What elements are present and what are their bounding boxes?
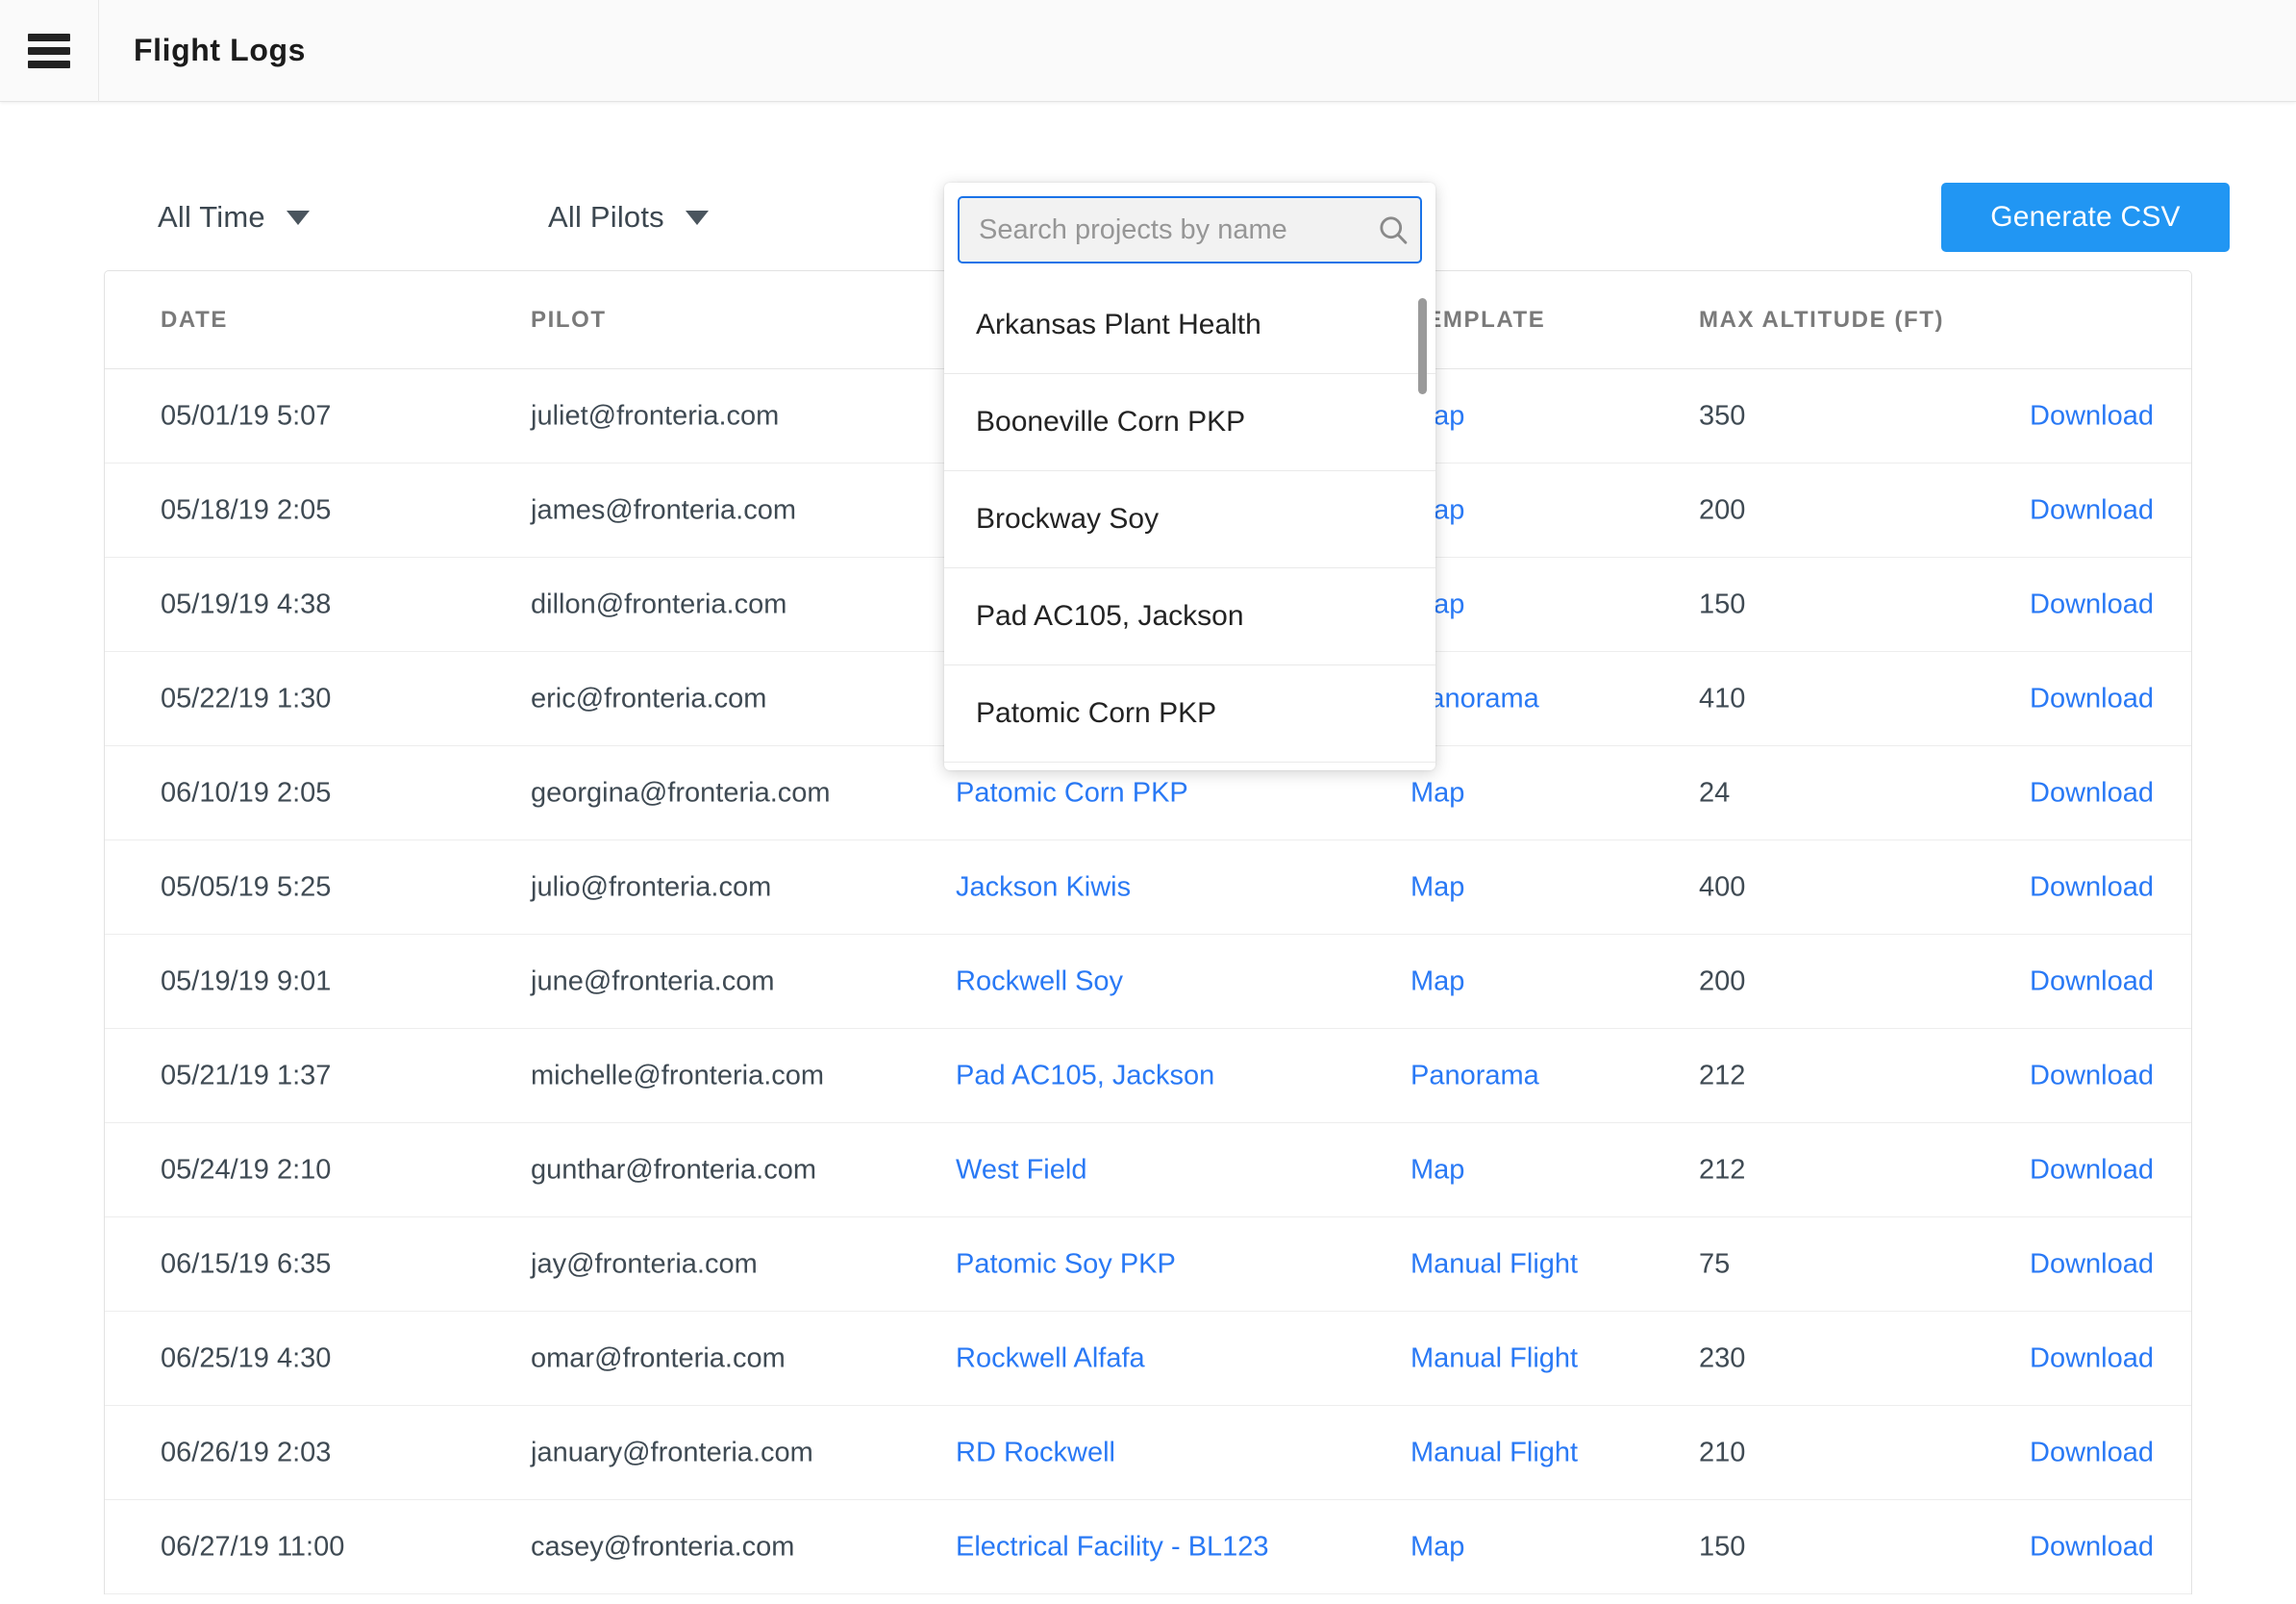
search-result-item[interactable]: Brockway Soy (944, 471, 1435, 568)
cell-max-altitude: 200 (1699, 965, 1746, 996)
table-row: 06/15/19 6:35 jay@fronteria.com Patomic So… (105, 1217, 2191, 1312)
cell-pilot: michelle@fronteria.com (531, 1060, 825, 1090)
cell-max-altitude: 230 (1699, 1342, 1746, 1373)
cell-pilot: casey@fronteria.com (531, 1531, 795, 1562)
search-box[interactable] (958, 196, 1422, 263)
table-row: 05/21/19 1:37 michelle@fronteria.com Pad A… (105, 1029, 2191, 1123)
results-scrollbar-thumb[interactable] (1418, 298, 1427, 394)
table-row: 05/05/19 5:25 julio@fronteria.com Jackson … (105, 840, 2191, 935)
cell-date: 05/24/19 2:10 (161, 1154, 332, 1185)
cell-date: 05/21/19 1:37 (161, 1060, 332, 1090)
cell-date: 05/18/19 2:05 (161, 494, 332, 525)
cell-template-link[interactable]: Map (1410, 871, 1464, 903)
cell-date: 06/10/19 2:05 (161, 777, 332, 808)
cell-date: 06/27/19 11:00 (161, 1531, 345, 1562)
search-results-list: Arkansas Plant Health Booneville Corn PKP… (944, 277, 1435, 770)
cell-template-link[interactable]: Map (1410, 1154, 1464, 1186)
cell-max-altitude: 150 (1699, 589, 1746, 619)
cell-max-altitude: 212 (1699, 1060, 1746, 1090)
download-link[interactable]: Download (2030, 1248, 2154, 1280)
page-title: Flight Logs (134, 33, 307, 67)
app-header: Flight Logs (0, 0, 2296, 102)
cell-max-altitude: 350 (1699, 400, 1746, 431)
cell-date: 05/19/19 4:38 (161, 589, 332, 619)
download-link[interactable]: Download (2030, 777, 2154, 809)
cell-max-altitude: 210 (1699, 1437, 1746, 1467)
cell-pilot: jay@fronteria.com (531, 1248, 758, 1279)
cell-pilot: gunthar@fronteria.com (531, 1154, 817, 1185)
cell-date: 05/19/19 9:01 (161, 965, 332, 996)
cell-pilot: juliet@fronteria.com (531, 400, 780, 431)
cell-project-link[interactable]: Rockwell Alfafa (956, 1342, 1145, 1374)
search-result-item[interactable]: Booneville Corn PKP (944, 374, 1435, 471)
download-link[interactable]: Download (2030, 965, 2154, 997)
download-link[interactable]: Download (2030, 1437, 2154, 1468)
download-link[interactable]: Download (2030, 871, 2154, 903)
cell-template-link[interactable]: Map (1410, 1531, 1464, 1563)
cell-date: 05/01/19 5:07 (161, 400, 332, 431)
search-result-item[interactable]: Pad AC105, Jackson (944, 568, 1435, 665)
search-result-item[interactable]: Arkansas Plant Health (944, 277, 1435, 374)
download-link[interactable]: Download (2030, 683, 2154, 714)
table-row: 06/27/19 11:00 casey@fronteria.com Electri… (105, 1500, 2191, 1594)
cell-max-altitude: 200 (1699, 494, 1746, 525)
cell-project-link[interactable]: Electrical Facility - BL123 (956, 1531, 1269, 1563)
cell-max-altitude: 410 (1699, 683, 1746, 714)
cell-date: 06/25/19 4:30 (161, 1342, 332, 1373)
search-icon[interactable] (1366, 213, 1420, 247)
table-row: 05/24/19 2:10 gunthar@fronteria.com West F… (105, 1123, 2191, 1217)
cell-template-link[interactable]: Manual Flight (1410, 1248, 1578, 1280)
download-link[interactable]: Download (2030, 1531, 2154, 1563)
cell-template-link[interactable]: Panorama (1410, 1060, 1539, 1091)
search-input[interactable] (960, 213, 1366, 246)
cell-pilot: julio@fronteria.com (531, 871, 772, 902)
table-row: 06/26/19 2:03 january@fronteria.com RD Roc… (105, 1406, 2191, 1500)
cell-max-altitude: 150 (1699, 1531, 1746, 1562)
cell-pilot: dillon@fronteria.com (531, 589, 787, 619)
cell-project-link[interactable]: Patomic Soy PKP (956, 1248, 1176, 1280)
download-link[interactable]: Download (2030, 1154, 2154, 1186)
cell-date: 05/22/19 1:30 (161, 683, 332, 714)
cell-project-link[interactable]: Patomic Corn PKP (956, 777, 1188, 809)
cell-template-link[interactable]: Manual Flight (1410, 1437, 1578, 1468)
cell-max-altitude: 75 (1699, 1248, 1731, 1279)
cell-date: 05/05/19 5:25 (161, 871, 332, 902)
column-header-pilot: PILOT (531, 306, 607, 333)
cell-max-altitude: 212 (1699, 1154, 1746, 1185)
search-result-item[interactable]: Patomic Corn PKP (944, 665, 1435, 763)
cell-pilot: omar@fronteria.com (531, 1342, 786, 1373)
cell-template-link[interactable]: Map (1410, 777, 1464, 809)
cell-pilot: eric@fronteria.com (531, 683, 767, 714)
cell-project-link[interactable]: Jackson Kiwis (956, 871, 1131, 903)
cell-pilot: june@fronteria.com (531, 965, 775, 996)
project-search-popover: Arkansas Plant HealthBooneville Corn PKP… (944, 183, 1435, 770)
cell-project-link[interactable]: West Field (956, 1154, 1086, 1186)
cell-max-altitude: 24 (1699, 777, 1731, 808)
cell-date: 06/26/19 2:03 (161, 1437, 332, 1467)
cell-pilot: january@fronteria.com (531, 1437, 813, 1467)
cell-project-link[interactable]: Rockwell Soy (956, 965, 1123, 997)
hamburger-menu-button[interactable] (0, 0, 99, 102)
download-link[interactable]: Download (2030, 589, 2154, 620)
download-link[interactable]: Download (2030, 1342, 2154, 1374)
cell-pilot: james@fronteria.com (531, 494, 797, 525)
cell-pilot: georgina@fronteria.com (531, 777, 831, 808)
download-link[interactable]: Download (2030, 494, 2154, 526)
hamburger-menu-icon (28, 33, 70, 68)
cell-project-link[interactable]: RD Rockwell (956, 1437, 1115, 1468)
column-header-max-altitude: MAX ALTITUDE (FT) (1699, 306, 1945, 333)
table-row: 06/25/19 4:30 omar@fronteria.com Rockwell … (105, 1312, 2191, 1406)
column-header-date: DATE (161, 306, 228, 333)
cell-project-link[interactable]: Pad AC105, Jackson (956, 1060, 1214, 1091)
download-link[interactable]: Download (2030, 400, 2154, 432)
table-row: 05/19/19 9:01 june@fronteria.com Rockwell … (105, 935, 2191, 1029)
download-link[interactable]: Download (2030, 1060, 2154, 1091)
cell-max-altitude: 400 (1699, 871, 1746, 902)
cell-date: 06/15/19 6:35 (161, 1248, 332, 1279)
cell-template-link[interactable]: Manual Flight (1410, 1342, 1578, 1374)
cell-template-link[interactable]: Map (1410, 965, 1464, 997)
